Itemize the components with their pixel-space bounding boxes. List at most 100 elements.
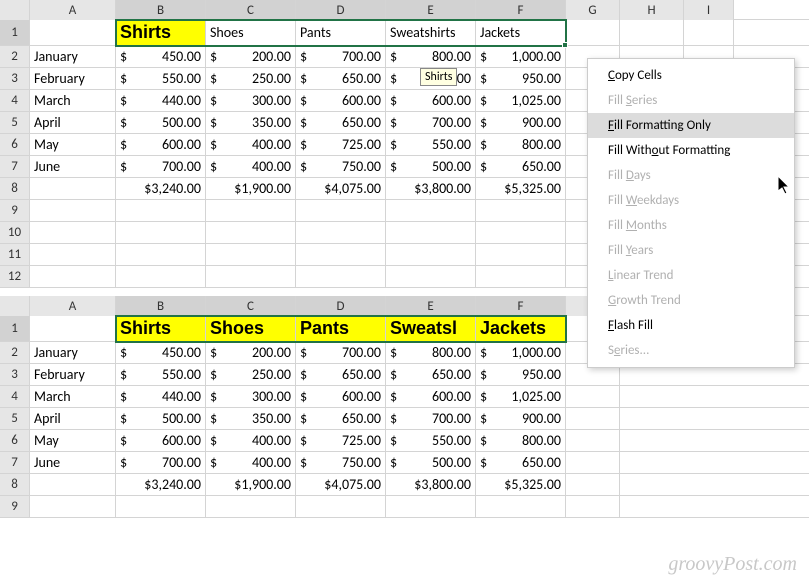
select-all-corner[interactable] — [0, 0, 30, 20]
cell-a2[interactable]: January — [30, 342, 116, 363]
cell-b3[interactable]: $ 550.00 — [116, 364, 206, 385]
cell-d3[interactable]: $ 650.00 — [296, 364, 386, 385]
col-header-c[interactable]: C — [206, 296, 296, 316]
col-header-b[interactable]: B — [116, 296, 206, 316]
cell-b2[interactable]: $ 450.00 — [116, 46, 206, 67]
cell-c2[interactable]: $ 200.00 — [206, 342, 296, 363]
cell-e8[interactable]: $3,800.00 — [386, 474, 476, 495]
row-header-6[interactable]: 6 — [0, 430, 30, 451]
cell-c8[interactable]: $1,900.00 — [206, 178, 296, 199]
row-header-9[interactable]: 9 — [0, 496, 30, 517]
cell-f8[interactable]: $5,325.00 — [476, 178, 566, 199]
fill-handle-icon[interactable] — [562, 42, 568, 48]
cell-f1[interactable]: Jackets — [476, 316, 566, 341]
cell-b8[interactable]: $3,240.00 — [116, 474, 206, 495]
cell-b4[interactable]: $ 440.00 — [116, 386, 206, 407]
cell-a5[interactable]: April — [30, 112, 116, 133]
cell-a7[interactable]: June — [30, 452, 116, 473]
cell-f7[interactable]: $ 650.00 — [476, 452, 566, 473]
cell-d8[interactable]: $4,075.00 — [296, 178, 386, 199]
cell-d2[interactable]: $ 700.00 — [296, 46, 386, 67]
row-header-2[interactable]: 2 — [0, 46, 30, 67]
cell-h1[interactable] — [620, 20, 684, 45]
cell-f4[interactable]: $1,025.00 — [476, 90, 566, 111]
cell-c4[interactable]: $ 300.00 — [206, 386, 296, 407]
select-all-corner[interactable] — [0, 296, 30, 316]
col-header-b[interactable]: B — [116, 0, 206, 20]
row-header-4[interactable]: 4 — [0, 386, 30, 407]
cell-c7[interactable]: $ 400.00 — [206, 156, 296, 177]
cell-e4[interactable]: $ 600.00 — [386, 90, 476, 111]
col-header-e[interactable]: E — [386, 0, 476, 20]
cell-a3[interactable]: February — [30, 68, 116, 89]
cell-c1[interactable]: Shoes — [206, 316, 296, 341]
row-header-6[interactable]: 6 — [0, 134, 30, 155]
col-header-h[interactable]: H — [620, 0, 684, 20]
cell-f8[interactable]: $5,325.00 — [476, 474, 566, 495]
cell-d1[interactable]: Pants — [296, 316, 386, 341]
row-header-8[interactable]: 8 — [0, 474, 30, 495]
cell-b1[interactable]: Shirts — [116, 20, 206, 45]
col-header-i[interactable]: I — [684, 0, 734, 20]
cell-d1[interactable]: Pants — [296, 20, 386, 45]
col-header-a[interactable]: A — [30, 0, 116, 20]
cell-a4[interactable]: March — [30, 90, 116, 111]
cell-d7[interactable]: $ 750.00 — [296, 156, 386, 177]
cell-e2[interactable]: $ 800.00 — [386, 46, 476, 67]
cell-b1[interactable]: Shirts — [116, 316, 206, 341]
row-header-7[interactable]: 7 — [0, 156, 30, 177]
menu-item-fill-without-formatting[interactable]: Fill Without Formatting — [588, 138, 794, 163]
cell-b5[interactable]: $ 500.00 — [116, 112, 206, 133]
cell-e5[interactable]: $ 700.00 — [386, 112, 476, 133]
cell-f5[interactable]: $ 900.00 — [476, 408, 566, 429]
cell-a5[interactable]: April — [30, 408, 116, 429]
cell-f1[interactable]: Jackets — [476, 20, 566, 45]
cell-f4[interactable]: $1,025.00 — [476, 386, 566, 407]
cell-b5[interactable]: $ 500.00 — [116, 408, 206, 429]
cell-c2[interactable]: $ 200.00 — [206, 46, 296, 67]
cell-d3[interactable]: $ 650.00 — [296, 68, 386, 89]
cell-e1[interactable]: Sweatsl — [386, 316, 476, 341]
cell-d2[interactable]: $ 700.00 — [296, 342, 386, 363]
cell-d5[interactable]: $ 650.00 — [296, 408, 386, 429]
cell-e6[interactable]: $ 550.00 — [386, 134, 476, 155]
cell-c4[interactable]: $ 300.00 — [206, 90, 296, 111]
row-header-5[interactable]: 5 — [0, 112, 30, 133]
cell-f3[interactable]: $ 950.00 — [476, 364, 566, 385]
col-header-f[interactable]: F — [476, 296, 566, 316]
cell-f6[interactable]: $ 800.00 — [476, 430, 566, 451]
row-header-2[interactable]: 2 — [0, 342, 30, 363]
cell-b6[interactable]: $ 600.00 — [116, 430, 206, 451]
cell-c3[interactable]: $ 250.00 — [206, 364, 296, 385]
menu-item-fill-formatting-only[interactable]: Fill Formatting Only — [588, 113, 794, 138]
cell-d4[interactable]: $ 600.00 — [296, 386, 386, 407]
cell-c3[interactable]: $ 250.00 — [206, 68, 296, 89]
col-header-e[interactable]: E — [386, 296, 476, 316]
cell-e6[interactable]: $ 550.00 — [386, 430, 476, 451]
cell-f7[interactable]: $ 650.00 — [476, 156, 566, 177]
cell-b8[interactable]: $3,240.00 — [116, 178, 206, 199]
cell-e1[interactable]: Sweatshirts — [386, 20, 476, 45]
col-header-f[interactable]: F — [476, 0, 566, 20]
cell-d7[interactable]: $ 750.00 — [296, 452, 386, 473]
row-header-3[interactable]: 3 — [0, 364, 30, 385]
cell-a4[interactable]: March — [30, 386, 116, 407]
row-header-3[interactable]: 3 — [0, 68, 30, 89]
cell-b6[interactable]: $ 600.00 — [116, 134, 206, 155]
cell-e7[interactable]: $ 500.00 — [386, 452, 476, 473]
cell-a3[interactable]: February — [30, 364, 116, 385]
cell-d8[interactable]: $4,075.00 — [296, 474, 386, 495]
cell-b4[interactable]: $ 440.00 — [116, 90, 206, 111]
row-header-5[interactable]: 5 — [0, 408, 30, 429]
cell-c5[interactable]: $ 350.00 — [206, 408, 296, 429]
cell-d5[interactable]: $ 650.00 — [296, 112, 386, 133]
row-header-12[interactable]: 12 — [0, 266, 30, 287]
cell-f5[interactable]: $ 900.00 — [476, 112, 566, 133]
col-header-c[interactable]: C — [206, 0, 296, 20]
cell-a8[interactable] — [30, 178, 116, 199]
cell-a1[interactable] — [30, 316, 116, 341]
cell-g1[interactable] — [566, 20, 620, 45]
cell-b7[interactable]: $ 700.00 — [116, 452, 206, 473]
cell-e8[interactable]: $3,800.00 — [386, 178, 476, 199]
cell-d4[interactable]: $ 600.00 — [296, 90, 386, 111]
